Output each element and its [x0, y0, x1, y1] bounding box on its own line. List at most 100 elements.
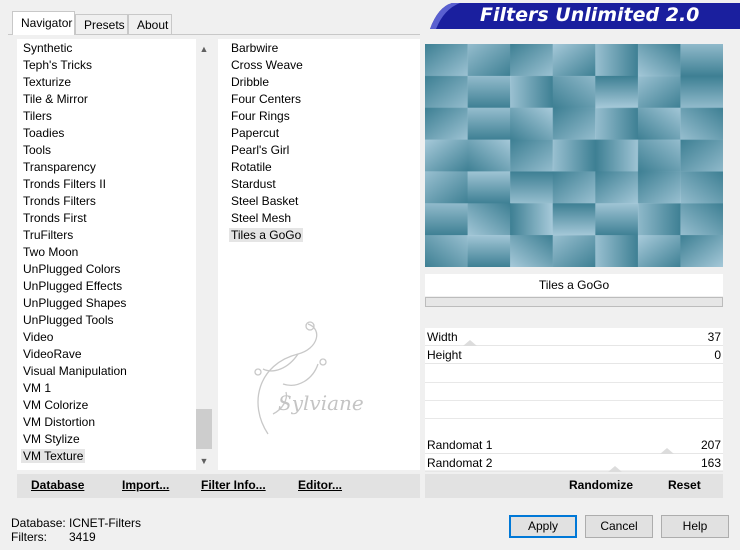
category-item[interactable]: UnPlugged Colors [21, 261, 122, 278]
category-item[interactable]: UnPlugged Tools [21, 312, 116, 329]
database-status: Database: ICNET-Filters [11, 516, 141, 530]
reset-button[interactable]: Reset [668, 478, 701, 492]
category-item[interactable]: Tronds Filters [21, 193, 98, 210]
filter-info-button[interactable]: Filter Info... [201, 478, 266, 492]
progress-bar [425, 297, 723, 307]
category-item-label: UnPlugged Colors [23, 262, 121, 276]
category-item-label: Visual Manipulation [23, 364, 127, 378]
tab-about[interactable]: About [128, 14, 172, 34]
filter-item[interactable]: Pearl's Girl [229, 142, 291, 159]
category-item-label: Tronds Filters [23, 194, 96, 208]
filter-item[interactable]: Papercut [229, 125, 281, 142]
import-button-label: Import... [122, 478, 170, 492]
param-separator [425, 400, 723, 401]
import-button[interactable]: Import... [122, 478, 169, 492]
filter-item-label: Steel Basket [231, 194, 299, 208]
param-height[interactable]: Height 0 [425, 346, 723, 364]
category-item[interactable]: Tronds First [21, 210, 89, 227]
tab-presets[interactable]: Presets [75, 14, 128, 34]
param-width[interactable]: Width 37 [425, 328, 723, 346]
category-item[interactable]: Texturize [21, 74, 73, 91]
category-item-label: VM 1 [23, 381, 52, 395]
category-item[interactable]: VM Stylize [21, 431, 82, 448]
editor-button[interactable]: Editor... [298, 478, 342, 492]
filter-item[interactable]: Steel Mesh [229, 210, 293, 227]
category-item[interactable]: VM 1 [21, 380, 53, 397]
filters-status-label: Filters: [11, 530, 47, 544]
filter-item[interactable]: Barbwire [229, 40, 280, 57]
category-item[interactable]: UnPlugged Shapes [21, 295, 128, 312]
param-label: Height [427, 348, 462, 362]
filter-item[interactable]: Tiles a GoGo [229, 227, 304, 244]
category-item[interactable]: VideoRave [21, 346, 84, 363]
category-item[interactable]: Tile & Mirror [21, 91, 90, 108]
filter-item-label: Rotatile [231, 160, 272, 174]
param-separator [425, 382, 723, 383]
scroll-down-arrow-icon[interactable]: ▼ [196, 453, 212, 469]
category-item-label: Tronds Filters II [23, 177, 106, 191]
param-value: 207 [700, 438, 721, 452]
param-separator [425, 418, 723, 419]
category-item[interactable]: VM Colorize [21, 397, 90, 414]
watermark-flourish-icon [254, 321, 327, 435]
category-item[interactable]: Transparency [21, 159, 98, 176]
filter-item[interactable]: Cross Weave [229, 57, 305, 74]
scroll-up-arrow-icon[interactable]: ▲ [196, 41, 212, 57]
database-button[interactable]: Database [31, 478, 84, 492]
category-item[interactable]: Two Moon [21, 244, 80, 261]
category-item-label: VM Texture [21, 449, 86, 463]
slider-thumb-icon[interactable] [608, 466, 622, 472]
param-label: Width [427, 330, 458, 344]
param-randomat-1[interactable]: Randomat 1 207 [425, 436, 723, 454]
filter-item[interactable]: Rotatile [229, 159, 274, 176]
cancel-button[interactable]: Cancel [585, 515, 653, 538]
category-item-label: Synthetic [23, 41, 73, 55]
database-button-label: Database [31, 478, 85, 492]
filter-item[interactable]: Four Rings [229, 108, 292, 125]
category-item-label: Tilers [23, 109, 52, 123]
category-item-label: TruFilters [23, 228, 74, 242]
category-item[interactable]: Toadies [21, 125, 66, 142]
filters-status: Filters: 3419 [11, 530, 96, 544]
category-item[interactable]: Visual Manipulation [21, 363, 129, 380]
tab-navigator[interactable]: Navigator [12, 11, 75, 35]
filter-item-label: Dribble [231, 75, 270, 89]
category-item[interactable]: TruFilters [21, 227, 75, 244]
banner-title: Filters Unlimited 2.0 [480, 4, 700, 26]
category-item[interactable]: VM Texture [21, 448, 86, 465]
filter-item-label: Barbwire [231, 41, 279, 55]
param-track[interactable] [425, 363, 723, 364]
editor-button-label: Editor... [298, 478, 343, 492]
category-item[interactable]: Tools [21, 142, 53, 159]
category-item-label: Transparency [23, 160, 96, 174]
param-value: 163 [700, 456, 721, 470]
database-status-value: ICNET-Filters [69, 516, 141, 530]
category-item-label: Video [23, 330, 54, 344]
apply-button[interactable]: Apply [509, 515, 577, 538]
filter-item[interactable]: Stardust [229, 176, 278, 193]
category-item[interactable]: Video [21, 329, 55, 346]
category-item[interactable]: Tronds Filters II [21, 176, 108, 193]
category-item[interactable]: Synthetic [21, 40, 74, 57]
category-item-label: Tile & Mirror [23, 92, 88, 106]
filter-item[interactable]: Steel Basket [229, 193, 300, 210]
param-track[interactable] [425, 471, 723, 472]
category-item-label: Tools [23, 143, 52, 157]
param-label: Randomat 1 [427, 438, 493, 452]
category-item[interactable]: Tilers [21, 108, 54, 125]
param-randomat-2[interactable]: Randomat 2 163 [425, 454, 723, 472]
category-list[interactable]: Synthetic Teph's Tricks Texturize Tile & Mi… [17, 39, 197, 470]
category-item-label: Texturize [23, 75, 72, 89]
filter-item-label: Four Centers [231, 92, 302, 106]
category-item[interactable]: Teph's Tricks [21, 57, 94, 74]
filter-item[interactable]: Dribble [229, 74, 271, 91]
category-item[interactable]: VM Distortion [21, 414, 97, 431]
category-item-label: VideoRave [23, 347, 82, 361]
scrollbar-thumb[interactable] [196, 409, 212, 449]
category-item[interactable]: UnPlugged Effects [21, 278, 124, 295]
category-scrollbar[interactable]: ▲ ▼ [196, 39, 212, 470]
filter-item[interactable]: Four Centers [229, 91, 303, 108]
help-button[interactable]: Help [661, 515, 729, 538]
filter-list[interactable]: Barbwire Cross Weave Dribble Four Centers Fo… [218, 39, 420, 470]
randomize-button[interactable]: Randomize [569, 478, 633, 492]
